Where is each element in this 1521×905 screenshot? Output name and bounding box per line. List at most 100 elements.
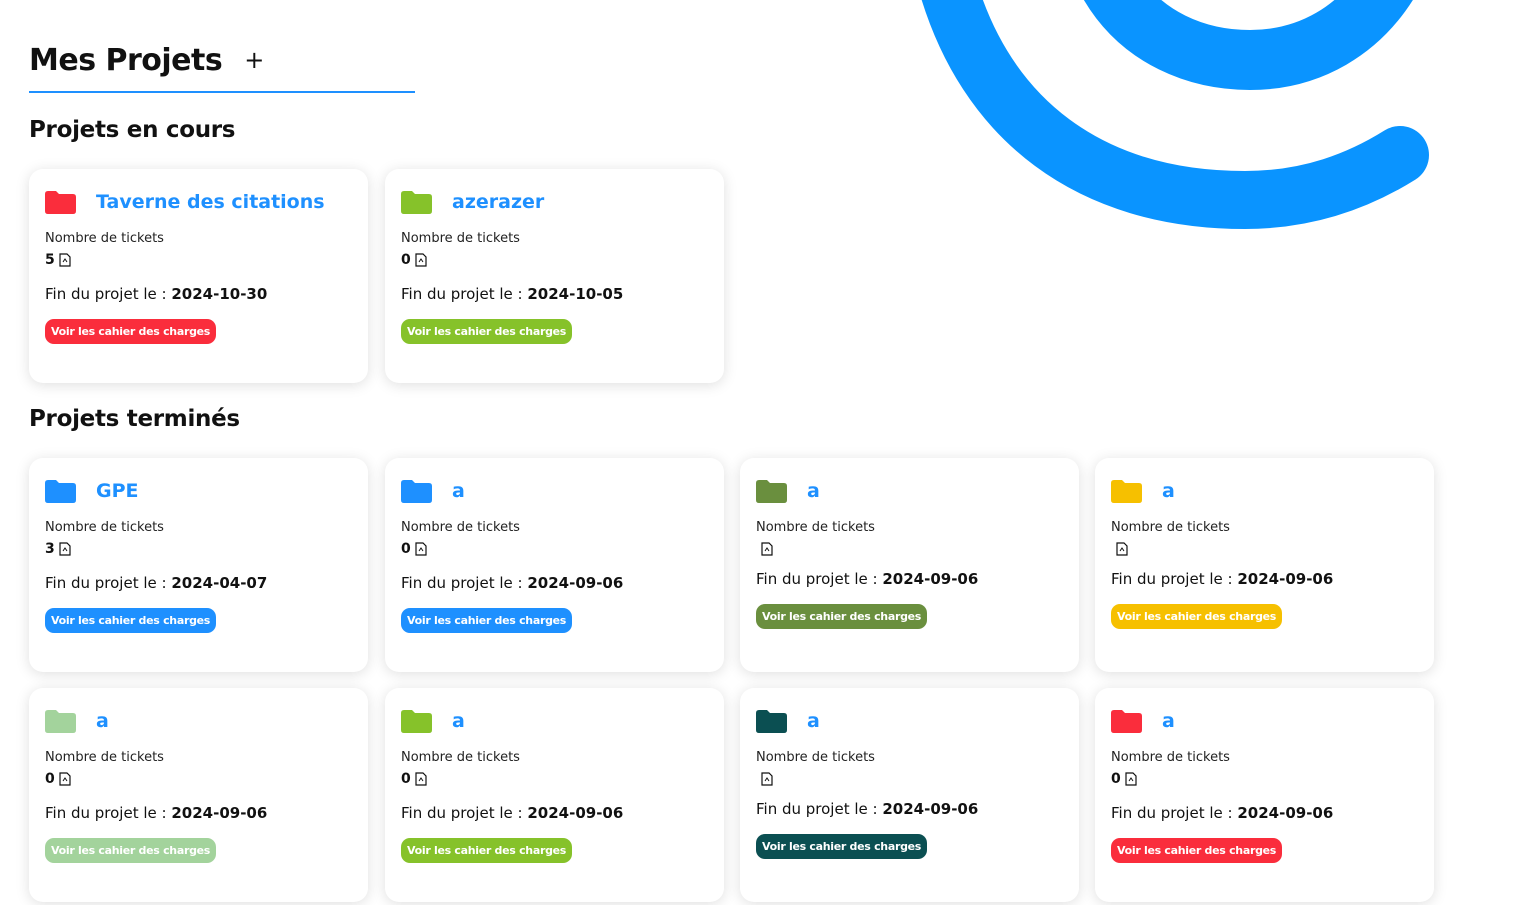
file-ticket-icon — [415, 772, 427, 786]
tickets-label: Nombre de tickets — [1111, 750, 1230, 765]
end-date-value: 2024-09-06 — [527, 574, 624, 592]
card-header: a — [756, 476, 1063, 506]
view-specifications-button[interactable]: Voir les cahier des charges — [401, 838, 573, 863]
tickets-count: 0 — [401, 540, 708, 558]
folder-icon — [1111, 479, 1142, 503]
card-header: a — [756, 706, 1063, 736]
project-card: azerazer Nombre de tickets 0 Fin du projet … — [385, 169, 724, 383]
tickets-count — [756, 540, 1063, 558]
page: Mes Projets + Projets en cours Projets t… — [0, 0, 1521, 905]
folder-icon — [401, 709, 432, 733]
tickets-value: 0 — [401, 541, 411, 557]
file-ticket-icon — [415, 253, 427, 267]
tickets-count — [756, 770, 1063, 788]
project-title-link[interactable]: Taverne des citations — [96, 191, 325, 213]
project-card: a Nombre de tickets 0 Fin du projet le : 20… — [385, 458, 724, 672]
project-title-link[interactable]: a — [452, 480, 465, 502]
end-date-value: 2024-09-06 — [1237, 804, 1334, 822]
file-ticket-icon — [761, 542, 773, 556]
project-end-date: Fin du projet le : 2024-09-06 — [756, 570, 1063, 588]
card-header: Taverne des citations — [45, 187, 352, 217]
view-specifications-button[interactable]: Voir les cahier des charges — [756, 604, 928, 629]
end-date-value: 2024-09-06 — [527, 804, 624, 822]
card-header: a — [1111, 476, 1418, 506]
project-card: GPE Nombre de tickets 3 Fin du projet le : … — [29, 458, 368, 672]
tickets-label: Nombre de tickets — [45, 231, 164, 246]
tickets-label: Nombre de tickets — [401, 750, 520, 765]
project-title-link[interactable]: azerazer — [452, 191, 544, 213]
card-header: a — [401, 706, 708, 736]
tickets-value: 5 — [45, 252, 55, 268]
tickets-value: 0 — [1111, 771, 1121, 787]
card-header: a — [401, 476, 708, 506]
section-title-done: Projets terminés — [29, 406, 240, 432]
project-end-date: Fin du projet le : 2024-04-07 — [45, 574, 352, 592]
project-end-date: Fin du projet le : 2024-09-06 — [1111, 804, 1418, 822]
file-ticket-icon — [415, 542, 427, 556]
end-date-value: 2024-04-07 — [171, 574, 268, 592]
view-specifications-button[interactable]: Voir les cahier des charges — [401, 608, 573, 633]
project-end-date: Fin du projet le : 2024-10-05 — [401, 285, 708, 303]
section-title-ongoing: Projets en cours — [29, 117, 236, 143]
project-card: Taverne des citations Nombre de tickets 5 F… — [29, 169, 368, 383]
project-title-link[interactable]: a — [452, 710, 465, 732]
project-title-link[interactable]: a — [96, 710, 109, 732]
file-ticket-icon — [59, 772, 71, 786]
tickets-label: Nombre de tickets — [45, 750, 164, 765]
tickets-count: 0 — [401, 770, 708, 788]
end-date-label: Fin du projet le : — [401, 285, 528, 303]
project-end-date: Fin du projet le : 2024-09-06 — [401, 574, 708, 592]
card-header: a — [1111, 706, 1418, 736]
folder-icon — [401, 479, 432, 503]
project-title-link[interactable]: a — [807, 710, 820, 732]
project-card: a Nombre de tickets Fin du projet le : 202… — [740, 458, 1079, 672]
tickets-value: 0 — [45, 771, 55, 787]
tickets-value: 0 — [401, 771, 411, 787]
tickets-label: Nombre de tickets — [756, 750, 875, 765]
view-specifications-button[interactable]: Voir les cahier des charges — [756, 834, 928, 859]
end-date-value: 2024-10-30 — [171, 285, 268, 303]
project-title-link[interactable]: GPE — [96, 480, 139, 502]
view-specifications-button[interactable]: Voir les cahier des charges — [45, 838, 217, 863]
tickets-count: 3 — [45, 540, 352, 558]
end-date-label: Fin du projet le : — [45, 285, 172, 303]
file-ticket-icon — [1116, 542, 1128, 556]
tickets-value: 0 — [401, 252, 411, 268]
project-end-date: Fin du projet le : 2024-09-06 — [1111, 570, 1418, 588]
view-specifications-button[interactable]: Voir les cahier des charges — [45, 319, 217, 344]
tickets-count: 5 — [45, 251, 352, 269]
end-date-label: Fin du projet le : — [45, 574, 172, 592]
view-specifications-button[interactable]: Voir les cahier des charges — [1111, 604, 1283, 629]
end-date-value: 2024-09-06 — [882, 800, 979, 818]
card-header: a — [45, 706, 352, 736]
project-end-date: Fin du projet le : 2024-10-30 — [45, 285, 352, 303]
end-date-label: Fin du projet le : — [45, 804, 172, 822]
end-date-label: Fin du projet le : — [1111, 570, 1238, 588]
add-project-button[interactable]: + — [244, 48, 264, 72]
end-date-label: Fin du projet le : — [401, 574, 528, 592]
view-specifications-button[interactable]: Voir les cahier des charges — [45, 608, 217, 633]
view-specifications-button[interactable]: Voir les cahier des charges — [401, 319, 573, 344]
folder-icon — [45, 479, 76, 503]
folder-icon — [1111, 709, 1142, 733]
project-end-date: Fin du projet le : 2024-09-06 — [45, 804, 352, 822]
project-card: a Nombre de tickets Fin du projet le : 202… — [1095, 458, 1434, 672]
tickets-count: 0 — [1111, 770, 1418, 788]
project-end-date: Fin du projet le : 2024-09-06 — [756, 800, 1063, 818]
view-specifications-button[interactable]: Voir les cahier des charges — [1111, 838, 1283, 863]
tickets-label: Nombre de tickets — [756, 520, 875, 535]
folder-icon — [756, 709, 787, 733]
folder-icon — [45, 190, 76, 214]
folder-icon — [756, 479, 787, 503]
project-title-link[interactable]: a — [1162, 480, 1175, 502]
folder-icon — [401, 190, 432, 214]
tickets-label: Nombre de tickets — [401, 231, 520, 246]
card-header: GPE — [45, 476, 352, 506]
end-date-label: Fin du projet le : — [1111, 804, 1238, 822]
page-title: Mes Projets — [29, 42, 223, 78]
end-date-label: Fin du projet le : — [401, 804, 528, 822]
project-title-link[interactable]: a — [807, 480, 820, 502]
tickets-label: Nombre de tickets — [45, 520, 164, 535]
project-title-link[interactable]: a — [1162, 710, 1175, 732]
tickets-value: 3 — [45, 541, 55, 557]
